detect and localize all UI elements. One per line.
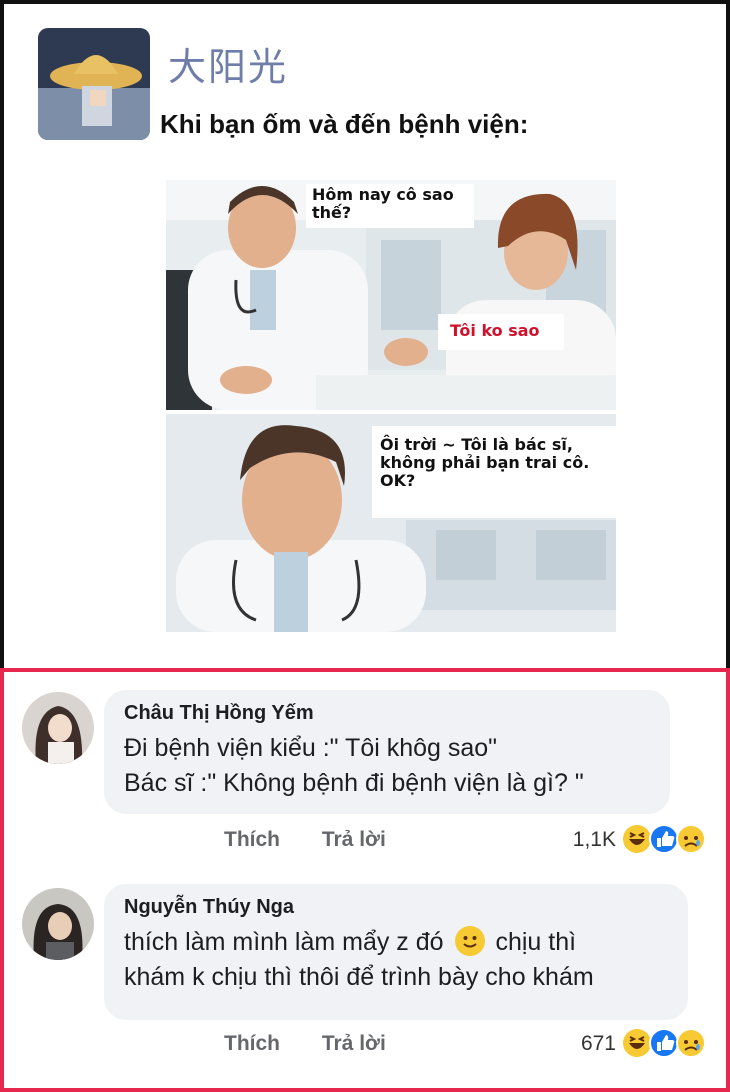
comment-text-line: khám k chịu thì thôi để trình bày cho kh…: [124, 963, 594, 991]
haha-icon: [623, 1029, 651, 1057]
sad-icon: [676, 1028, 706, 1058]
like-icon: [649, 1028, 679, 1058]
speech-bubble-doctor-question: Hôm nay cô sao thế?: [306, 184, 474, 228]
meme-image: Hôm nay cô sao thế? Tôi ko sao Ôi trời ~…: [166, 180, 616, 632]
author-avatar[interactable]: [38, 28, 150, 140]
reaction-icons[interactable]: [622, 824, 706, 854]
comment-actions: Thích Trả lời: [224, 1032, 422, 1056]
comment-text-line: Bác sĩ :" Không bệnh đi bệnh viện là gì?…: [124, 769, 584, 797]
post-card: 大阳光 Khi bạn ốm và đến bệnh viện: Hôm nay…: [0, 0, 730, 668]
sad-icon: [676, 824, 706, 854]
speech-bubble-patient-answer: Tôi ko sao: [438, 314, 564, 350]
commenter-avatar[interactable]: [22, 888, 94, 960]
reply-button[interactable]: Trả lời: [322, 1032, 386, 1055]
comment-actions: Thích Trả lời: [224, 828, 422, 852]
comment-text: thích làm mình làm mẩy z đó: [124, 928, 444, 956]
author-name[interactable]: 大阳光: [168, 36, 288, 91]
haha-icon: [623, 825, 651, 853]
commenter-avatar[interactable]: [22, 692, 94, 764]
like-button[interactable]: Thích: [224, 828, 280, 851]
comments-section: Châu Thị Hồng Yếm Đi bệnh viện kiểu :" T…: [0, 668, 730, 1092]
comment-text-line: thích làm mình làm mẩy z đó chịu thì: [124, 925, 668, 960]
like-icon: [649, 824, 679, 854]
like-button[interactable]: Thích: [224, 1032, 280, 1055]
reply-button[interactable]: Trả lời: [322, 828, 386, 851]
post-caption: Khi bạn ốm và đến bệnh viện:: [160, 109, 529, 139]
reaction-count[interactable]: 1,1K: [573, 828, 616, 852]
speech-bubble-doctor-reply: Ôi trời ~ Tôi là bác sĩ, không phải bạn …: [372, 426, 616, 518]
commenter-name[interactable]: Châu Thị Hồng Yếm: [124, 702, 650, 725]
commenter-name[interactable]: Nguyễn Thúy Nga: [124, 896, 668, 919]
meme-illustration: [166, 180, 616, 632]
slight-smile-icon: [454, 926, 485, 956]
reaction-icons[interactable]: [622, 1028, 706, 1058]
comment-text-line: Đi bệnh viện kiểu :" Tôi khôg sao": [124, 734, 498, 762]
comment-text: chịu thì: [495, 928, 577, 956]
comment-bubble: Châu Thị Hồng Yếm Đi bệnh viện kiểu :" T…: [104, 690, 670, 814]
comment-bubble: Nguyễn Thúy Nga thích làm mình làm mẩy z…: [104, 884, 688, 1020]
reaction-count[interactable]: 671: [581, 1032, 616, 1056]
